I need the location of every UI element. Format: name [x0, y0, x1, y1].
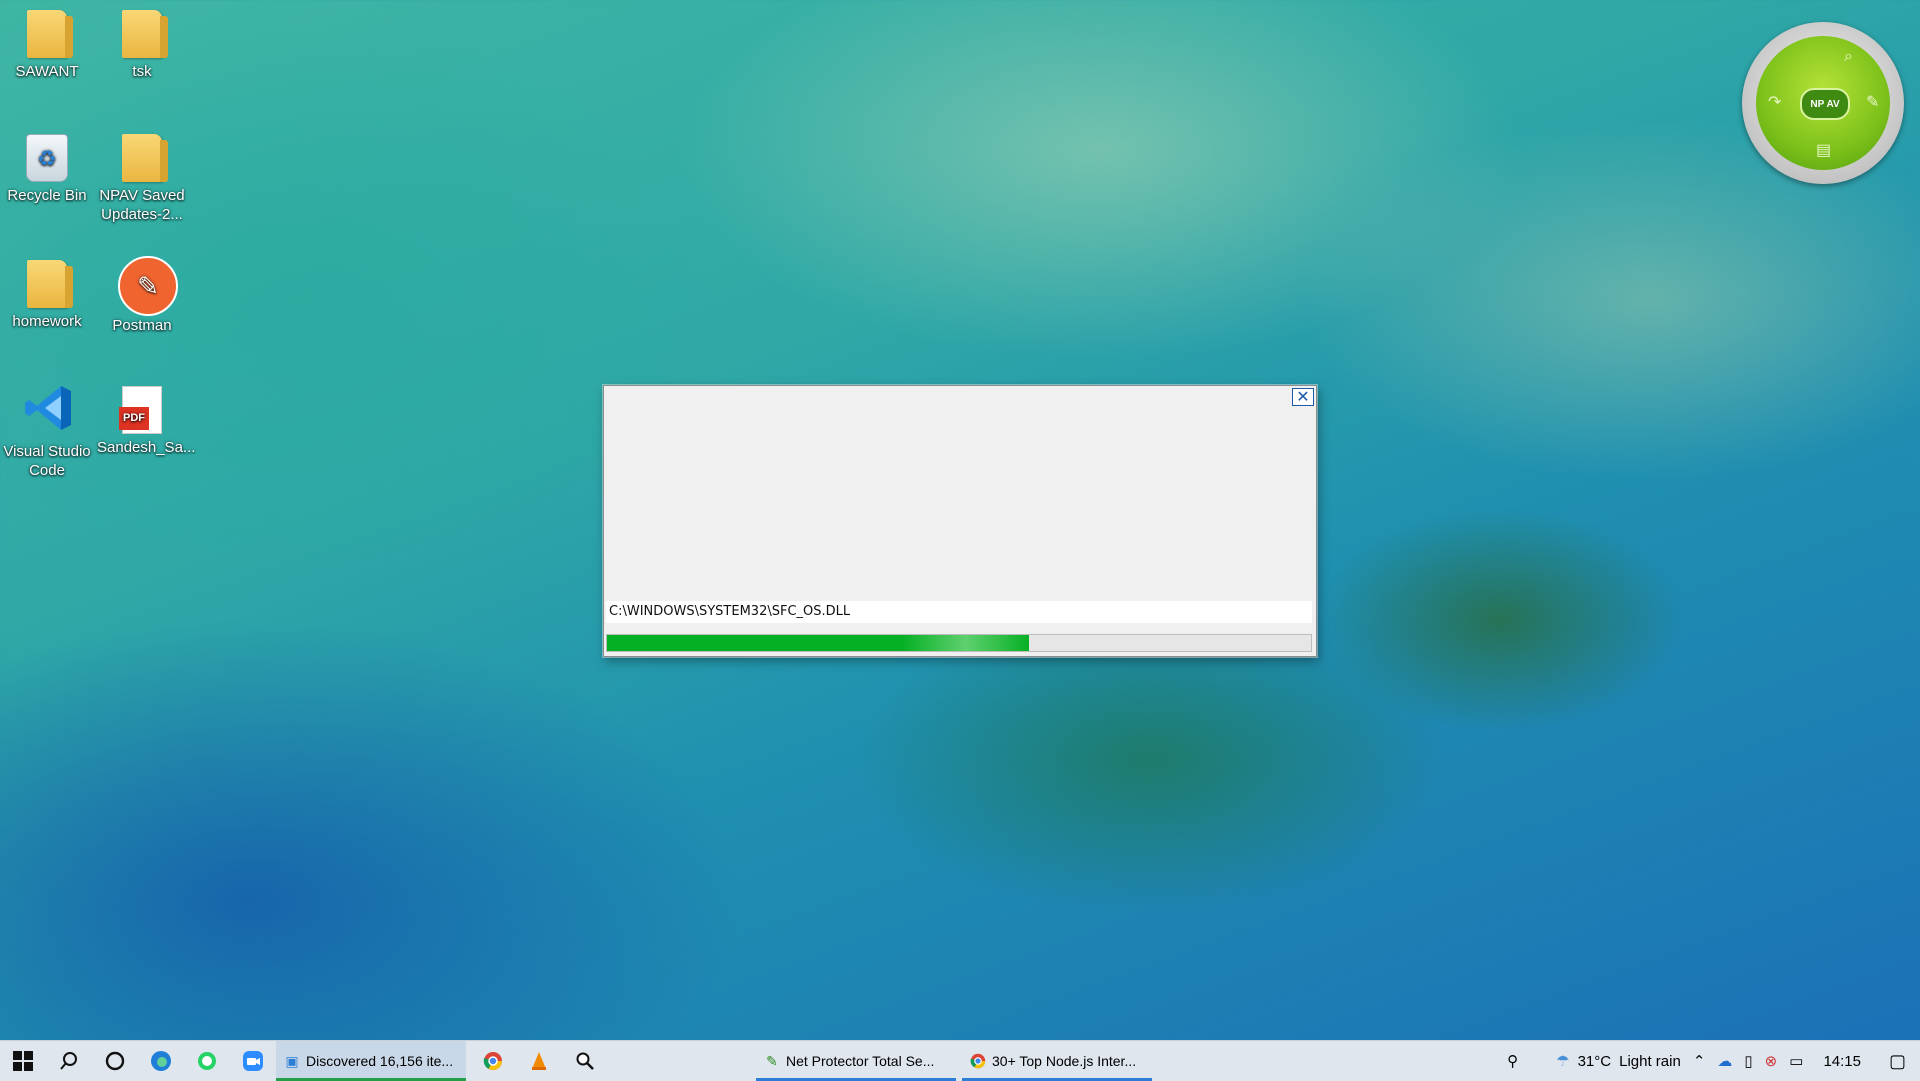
magnifier-taskbar-button[interactable]	[562, 1041, 608, 1081]
tools-icon[interactable]: ✎	[1866, 92, 1879, 112]
folder-icon	[23, 260, 73, 308]
taskbar-app-label: 30+ Top Node.js Inter...	[992, 1053, 1137, 1069]
weather-rain-icon: ☂	[1556, 1053, 1570, 1070]
search-button[interactable]	[46, 1041, 92, 1081]
zoom-icon	[243, 1051, 263, 1071]
vlc-icon	[532, 1052, 546, 1070]
desktop-icon-label: SAWANT	[15, 63, 79, 80]
whatsapp-icon	[198, 1052, 216, 1070]
show-hidden-icons-button[interactable]: ⌃	[1687, 1041, 1712, 1081]
update-icon[interactable]: ↷	[1768, 92, 1781, 112]
tray-device-button[interactable]: ▯	[1738, 1041, 1758, 1081]
clock-time: 14:15	[1823, 1052, 1861, 1070]
npav-widget-face: ⌕ ↷ ✎ ▤ NP AV	[1756, 36, 1890, 170]
notifications-button[interactable]: ▢	[1875, 1041, 1920, 1081]
npav-logo[interactable]: NP AV	[1800, 88, 1850, 120]
scan-progress-fill	[607, 635, 1030, 651]
taskbar: ▣ Discovered 16,156 ite... ✎ Net Protect…	[0, 1040, 1920, 1081]
desktop-icon-npav-saved-updates[interactable]: NPAV Saved Updates-2...	[97, 134, 187, 224]
taskbar-app-label: Discovered 16,156 ite...	[306, 1053, 454, 1069]
recycle-bin-icon: ♻	[23, 134, 71, 182]
desktop-icon-recycle-bin[interactable]: ♻ Recycle Bin	[2, 134, 92, 205]
desktop-icon-vscode[interactable]: Visual Studio Code	[2, 382, 92, 480]
desktop-icon-label: homework	[12, 313, 82, 330]
postman-icon: ✎	[118, 256, 178, 316]
search-icon	[60, 1052, 77, 1070]
windows-search-index-icon: ▣	[285, 1052, 299, 1069]
desktop-icon-pdf[interactable]: PDF Sandesh_Sa...	[97, 386, 196, 457]
cloud-icon: ☁	[1717, 1053, 1733, 1070]
onedrive-tray-button[interactable]: ☁	[1711, 1041, 1738, 1081]
battery-tray-button[interactable]: ▭	[1783, 1041, 1809, 1081]
temperature-label: 31°C	[1577, 1052, 1612, 1070]
people-icon: ⚲	[1507, 1053, 1519, 1070]
weather-label: Light rain	[1619, 1052, 1681, 1070]
magnifier-icon	[576, 1052, 594, 1070]
system-tray: ⚲ ☂ 31°C Light rain ⌃ ☁ ▯ ⊗ ▭ 14:15 ▢	[1501, 1041, 1920, 1081]
desktop-icon-homework[interactable]: homework	[2, 260, 92, 331]
cortana-icon	[105, 1051, 125, 1071]
device-icon: ▯	[1744, 1053, 1753, 1070]
folder-icon	[118, 134, 168, 182]
desktop-icon-label: Postman	[112, 317, 172, 334]
people-button[interactable]: ⚲	[1501, 1041, 1524, 1081]
taskbar-app-chrome-tab[interactable]: 30+ Top Node.js Inter...	[962, 1041, 1152, 1081]
taskbar-app-label: Net Protector Total Se...	[786, 1053, 935, 1069]
edge-taskbar-button[interactable]	[138, 1041, 184, 1081]
cortana-button[interactable]	[92, 1041, 138, 1081]
chrome-taskbar-button[interactable]	[470, 1041, 516, 1081]
taskbar-app-net-protector[interactable]: ✎ Net Protector Total Se...	[756, 1041, 956, 1081]
pdf-icon: PDF	[118, 386, 166, 434]
vscode-icon	[23, 382, 71, 438]
npav-widget[interactable]: ⌕ ↷ ✎ ▤ NP AV	[1742, 22, 1904, 184]
network-error-icon: ⊗	[1764, 1053, 1778, 1070]
notification-icon: ▢	[1888, 1050, 1906, 1071]
chevron-up-icon: ⌃	[1692, 1053, 1706, 1070]
vlc-taskbar-button[interactable]	[516, 1041, 562, 1081]
log-icon[interactable]: ▤	[1816, 140, 1831, 160]
folder-icon	[118, 10, 168, 58]
desktop-icon-label: Recycle Bin	[7, 187, 87, 204]
npav-icon: ✎	[766, 1052, 778, 1069]
chrome-icon	[483, 1052, 502, 1071]
scan-progress-bar	[606, 634, 1312, 652]
whatsapp-taskbar-button[interactable]	[184, 1041, 230, 1081]
desktop-icon-postman[interactable]: ✎ Postman	[97, 256, 187, 335]
desktop-icon-tsk[interactable]: tsk	[97, 10, 187, 81]
taskbar-app-indexing[interactable]: ▣ Discovered 16,156 ite...	[276, 1041, 466, 1081]
desktop-icon-sawant[interactable]: SAWANT	[2, 10, 92, 81]
desktop-icon-label: tsk	[132, 63, 152, 80]
start-button[interactable]	[0, 1041, 46, 1081]
current-file-path: C:\WINDOWS\SYSTEM32\SFC_OS.DLL	[606, 601, 1312, 623]
edge-icon	[151, 1051, 171, 1071]
chrome-icon	[970, 1053, 986, 1069]
battery-icon: ▭	[1789, 1053, 1804, 1070]
scan-progress-dialog: ✕ C:\WINDOWS\SYSTEM32\SFC_OS.DLL	[603, 385, 1317, 657]
weather-widget[interactable]: ☂ 31°C Light rain	[1550, 1041, 1687, 1081]
desktop-icon-label: Visual Studio Code	[3, 443, 91, 479]
clock[interactable]: 14:15	[1809, 1041, 1875, 1081]
desktop-icon-label: Sandesh_Sa...	[97, 439, 196, 456]
close-button[interactable]: ✕	[1292, 388, 1314, 406]
search-icon[interactable]: ⌕	[1844, 48, 1853, 66]
desktop-icon-label: NPAV Saved Updates-2...	[99, 187, 185, 223]
windows-icon	[13, 1051, 33, 1071]
user-folder-icon	[23, 10, 73, 58]
network-tray-button[interactable]: ⊗	[1759, 1041, 1784, 1081]
zoom-taskbar-button[interactable]	[230, 1041, 276, 1081]
